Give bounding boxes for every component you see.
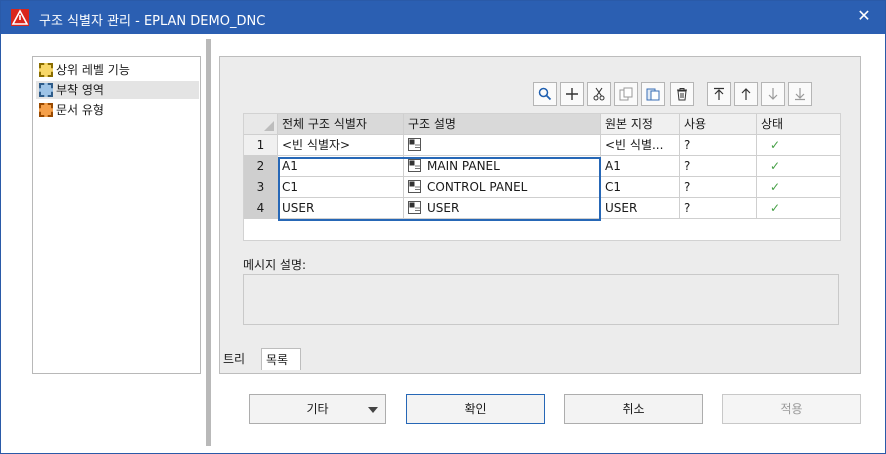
add-button[interactable] — [560, 82, 584, 106]
structure-tree-panel: 상위 레벨 기능 부착 영역 문서 유형 — [32, 56, 201, 374]
cell-use[interactable]: ? — [680, 198, 757, 219]
other-button-label: 기타 — [306, 402, 329, 416]
move-bottom-icon — [795, 88, 805, 101]
plus-icon — [566, 88, 578, 100]
cell-description[interactable]: MAIN PANEL — [404, 156, 601, 177]
row-number[interactable]: 1 — [244, 135, 278, 156]
list-panel: 전체 구조 식별자 구조 설명 원본 지정 사용 상태 1 <빈 식별자> <빈… — [219, 56, 861, 374]
cut-button[interactable] — [587, 82, 611, 106]
cell-status[interactable]: ✓ — [757, 156, 840, 177]
structure-description-icon — [408, 201, 421, 214]
cell-full-id[interactable]: C1 — [278, 177, 404, 198]
cell-source[interactable]: <빈 식별... — [601, 135, 680, 156]
tab-tree[interactable]: 트리 — [219, 348, 259, 370]
column-header-status[interactable]: 상태 — [757, 114, 840, 135]
cell-description[interactable]: CONTROL PANEL — [404, 177, 601, 198]
pane-splitter[interactable] — [206, 39, 211, 446]
message-description-field[interactable] — [243, 274, 839, 325]
structure-description-icon — [408, 159, 421, 172]
message-description-label: 메시지 설명: — [243, 258, 307, 272]
move-bottom-button[interactable] — [788, 82, 812, 106]
structure-identifier-grid: 전체 구조 식별자 구조 설명 원본 지정 사용 상태 1 <빈 식별자> <빈… — [243, 113, 841, 241]
cell-description[interactable]: USER — [404, 198, 601, 219]
delete-button[interactable] — [670, 82, 694, 106]
check-icon: ✓ — [770, 138, 781, 152]
check-icon: ✓ — [770, 159, 781, 173]
cell-full-id[interactable]: USER — [278, 198, 404, 219]
tree-item-label: 상위 레벨 기능 — [56, 63, 130, 77]
move-up-icon — [741, 88, 751, 100]
search-button[interactable] — [533, 82, 557, 106]
mounting-location-icon — [39, 83, 53, 97]
cancel-button[interactable]: 취소 — [564, 394, 703, 424]
cell-status[interactable]: ✓ — [757, 177, 840, 198]
structure-description-icon — [408, 180, 421, 193]
column-header-full-id[interactable]: 전체 구조 식별자 — [278, 114, 404, 135]
window-title: 구조 식별자 관리 - EPLAN DEMO_DNC — [39, 14, 266, 29]
move-up-button[interactable] — [734, 82, 758, 106]
cell-source[interactable]: A1 — [601, 156, 680, 177]
paste-icon — [646, 88, 660, 101]
function-level-icon — [39, 63, 53, 77]
column-header-source[interactable]: 원본 지정 — [601, 114, 680, 135]
cell-description[interactable] — [404, 135, 601, 156]
table-row[interactable]: 3 C1 CONTROL PANEL C1 ? ✓ — [244, 177, 840, 198]
ok-button[interactable]: 확인 — [406, 394, 545, 424]
cell-status[interactable]: ✓ — [757, 198, 840, 219]
other-dropdown-button[interactable]: 기타 — [249, 394, 386, 424]
tree-item-document-type[interactable]: 문서 유형 — [39, 101, 189, 119]
edit-toolbar — [533, 82, 815, 106]
column-header-description[interactable]: 구조 설명 — [404, 114, 601, 135]
title-bar: 구조 식별자 관리 - EPLAN DEMO_DNC ✕ — [1, 1, 885, 34]
dialog-window: 구조 식별자 관리 - EPLAN DEMO_DNC ✕ 상위 레벨 기능 부착… — [0, 0, 886, 454]
cell-source[interactable]: USER — [601, 198, 680, 219]
search-icon — [538, 87, 552, 101]
cell-status[interactable]: ✓ — [757, 135, 840, 156]
cut-icon — [593, 87, 605, 101]
row-number[interactable]: 3 — [244, 177, 278, 198]
check-icon: ✓ — [770, 201, 781, 215]
paste-button[interactable] — [641, 82, 665, 106]
cell-full-id[interactable]: <빈 식별자> — [278, 135, 404, 156]
chevron-down-icon — [368, 407, 378, 413]
tab-list[interactable]: 목록 — [261, 348, 301, 370]
cell-description-text: MAIN PANEL — [427, 159, 500, 173]
move-top-button[interactable] — [707, 82, 731, 106]
cell-use[interactable]: ? — [680, 135, 757, 156]
grid-corner-cell[interactable] — [244, 114, 278, 135]
copy-icon — [619, 87, 633, 101]
cell-description-text: USER — [427, 201, 460, 215]
cell-use[interactable]: ? — [680, 156, 757, 177]
move-down-icon — [768, 88, 778, 100]
move-top-icon — [714, 87, 724, 100]
column-header-use[interactable]: 사용 — [680, 114, 757, 135]
tree-item-label: 부착 영역 — [56, 83, 104, 97]
tree-item-mounting-location[interactable]: 부착 영역 — [36, 81, 199, 99]
dialog-body: 상위 레벨 기능 부착 영역 문서 유형 전체 구조 식별자 구조 설명 원본 … — [1, 34, 885, 453]
apply-button[interactable]: 적용 — [722, 394, 861, 424]
cell-source[interactable]: C1 — [601, 177, 680, 198]
select-all-icon — [264, 121, 274, 131]
row-number[interactable]: 2 — [244, 156, 278, 177]
move-down-button[interactable] — [761, 82, 785, 106]
document-type-icon — [39, 103, 53, 117]
cell-full-id[interactable]: A1 — [278, 156, 404, 177]
check-icon: ✓ — [770, 180, 781, 194]
structure-description-icon — [408, 138, 421, 151]
eplan-logo-icon — [11, 9, 29, 26]
cell-use[interactable]: ? — [680, 177, 757, 198]
cell-description-text: CONTROL PANEL — [427, 180, 528, 194]
row-number[interactable]: 4 — [244, 198, 278, 219]
table-row[interactable]: 4 USER USER USER ? ✓ — [244, 198, 840, 219]
grid-header-row: 전체 구조 식별자 구조 설명 원본 지정 사용 상태 — [244, 114, 840, 135]
table-row[interactable]: 2 A1 MAIN PANEL A1 ? ✓ — [244, 156, 840, 177]
copy-button[interactable] — [614, 82, 638, 106]
table-row[interactable]: 1 <빈 식별자> <빈 식별... ? ✓ — [244, 135, 840, 156]
tree-item-higher-level-function[interactable]: 상위 레벨 기능 — [39, 61, 189, 79]
close-icon[interactable]: ✕ — [853, 5, 875, 27]
tree-item-label: 문서 유형 — [56, 103, 104, 117]
delete-icon — [677, 88, 687, 101]
